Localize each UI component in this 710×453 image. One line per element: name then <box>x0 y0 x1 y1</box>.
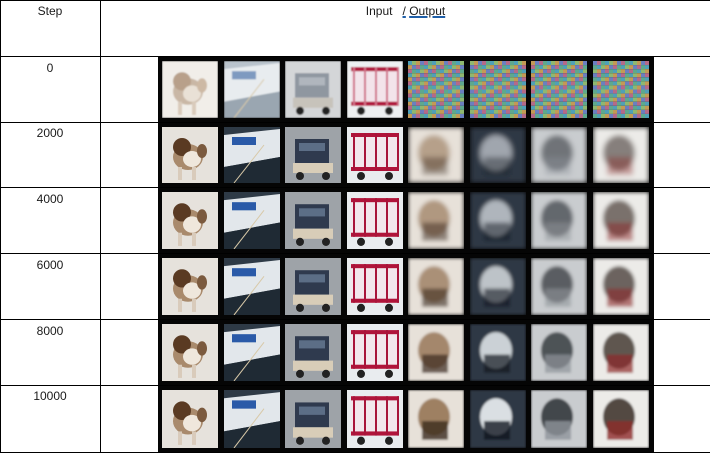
output-reconstruction-image <box>408 127 464 183</box>
output-noise-image <box>531 61 587 118</box>
input-dog-image <box>162 61 218 118</box>
output-reconstruction-image <box>408 324 464 381</box>
output-reconstruction-image <box>531 324 587 381</box>
input-truck-image <box>285 61 341 118</box>
output-reconstruction-image <box>469 390 526 448</box>
output-reconstruction-image <box>592 192 649 249</box>
input-red-truck-image <box>346 192 403 249</box>
output-reconstruction-image <box>592 390 649 448</box>
step-value: 6000 <box>36 258 64 272</box>
step-value: 10000 <box>33 389 67 403</box>
input-truck-image <box>285 324 341 381</box>
output-reconstruction-image <box>469 127 526 183</box>
output-reconstruction-image <box>592 324 649 381</box>
output-noise-image <box>592 61 649 118</box>
output-reconstruction-image <box>408 192 464 249</box>
output-reconstruction-image <box>531 127 587 183</box>
input-dog-image <box>162 192 218 249</box>
input-truck-image <box>285 192 341 249</box>
output-reconstruction-image <box>469 324 526 381</box>
output-reconstruction-image <box>408 258 464 315</box>
output-label: Output <box>409 4 446 18</box>
input-ship-image <box>223 258 280 315</box>
output-reconstruction-image <box>592 127 649 183</box>
image-strip <box>158 320 654 385</box>
step-column-header: Step <box>37 4 63 18</box>
input-ship-image <box>223 390 280 448</box>
input-ship-image <box>223 324 280 381</box>
input-truck-image <box>285 258 341 315</box>
input-red-truck-image <box>346 61 403 118</box>
output-reconstruction-image <box>531 258 587 315</box>
input-red-truck-image <box>346 258 403 315</box>
image-strip <box>158 386 654 452</box>
io-column-header: Input / Output <box>101 4 710 18</box>
output-reconstruction-image <box>531 390 587 448</box>
input-truck-image <box>285 390 341 448</box>
step-value: 8000 <box>36 324 64 338</box>
input-truck-image <box>285 127 341 183</box>
input-ship-image <box>223 61 280 118</box>
input-red-truck-image <box>346 390 403 448</box>
output-reconstruction-image <box>469 192 526 249</box>
input-dog-image <box>162 390 218 448</box>
input-red-truck-image <box>346 324 403 381</box>
input-ship-image <box>223 192 280 249</box>
image-strip <box>158 188 654 253</box>
image-strip <box>158 57 654 122</box>
input-red-truck-image <box>346 127 403 183</box>
input-ship-image <box>223 127 280 183</box>
image-strip <box>158 254 654 319</box>
image-strip <box>158 123 654 187</box>
separator-label: / <box>402 4 406 18</box>
output-noise-image <box>469 61 526 118</box>
output-reconstruction-image <box>592 258 649 315</box>
input-label: Input <box>365 4 393 18</box>
step-value: 0 <box>46 61 54 75</box>
step-value: 2000 <box>36 126 64 140</box>
table-border-top <box>0 0 710 1</box>
output-reconstruction-image <box>469 258 526 315</box>
step-value: 4000 <box>36 192 64 206</box>
input-dog-image <box>162 127 218 183</box>
input-dog-image <box>162 324 218 381</box>
output-reconstruction-image <box>408 390 464 448</box>
output-noise-image <box>408 61 464 118</box>
output-reconstruction-image <box>531 192 587 249</box>
input-dog-image <box>162 258 218 315</box>
